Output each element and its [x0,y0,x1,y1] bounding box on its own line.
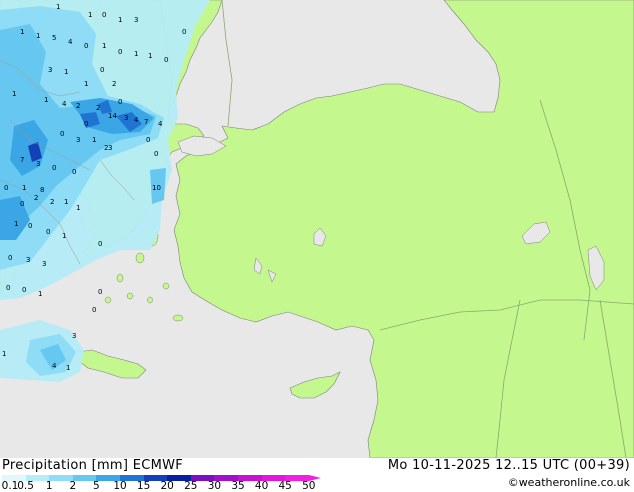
cell-value: 4 [52,362,57,370]
cell-value: 4 [158,120,163,128]
cell-value: 0 [60,130,64,138]
cell-value: 0 [118,98,122,106]
cell-value: 1 [12,90,16,98]
cell-value: 1 [88,11,92,19]
cell-value: 1 [134,50,138,58]
cell-value: 14 [108,112,117,120]
cell-value: 1 [56,3,60,11]
cell-value: 3 [42,260,46,268]
color-scale-ticks: 0.1 0.5 1 2 5 10 15 20 25 30 35 40 45 50 [0,480,340,492]
map-canvas: 1 1 0 1 3 1 1 5 4 0 1 0 1 1 0 3 1 0 1 2 … [0,0,634,458]
cell-value: 3 [26,256,30,264]
cell-value: 1 [118,16,122,24]
cell-value: 0 [98,240,102,248]
cell-value: 7 [20,156,24,164]
cell-value: 1 [44,96,48,104]
cell-value: 0 [84,42,88,50]
cell-value: 1 [36,32,40,40]
cell-value: 2 [50,198,54,206]
cell-value: 1 [102,42,106,50]
cell-value: 0 [146,136,150,144]
color-scale-tick: 30 [207,480,222,492]
cell-value: 3 [72,332,76,340]
cell-value: 3 [36,160,40,168]
precipitation-map: 1 1 0 1 3 1 1 5 4 0 1 0 1 1 0 3 1 0 1 2 … [0,0,634,458]
color-scale-tick: 0.5 [17,480,34,492]
cell-value: 0 [72,168,76,176]
cell-value: 2 [34,194,38,202]
cell-value: 3 [76,136,80,144]
cell-value: 0 [52,164,56,172]
cell-value: 0 [20,200,24,208]
cell-value: 0 [4,184,8,192]
cell-value: 1 [22,184,26,192]
cell-value: 0 [84,120,88,128]
cell-value: 0 [182,28,186,36]
cell-value: 0 [22,286,26,294]
color-scale-tick: 5 [93,480,100,492]
forecast-datetime: Mo 10-11-2025 12..15 UTC (00+39) [387,458,630,473]
cell-value: 1 [38,290,42,298]
cell-value: 4 [68,38,73,46]
cell-value: 0 [98,288,102,296]
cell-value: 3 [134,16,138,24]
color-scale-tick: 45 [278,480,292,492]
cell-value: 4 [62,100,67,108]
cell-value: 1 [62,232,66,240]
cell-value: 1 [2,350,6,358]
cell-value: 1 [148,52,152,60]
cell-value: 2 [96,104,100,112]
color-scale-tick: 40 [254,480,269,492]
color-scale-tick: 25 [184,480,198,492]
cell-value: 1 [14,220,18,228]
cell-value: 10 [152,184,161,192]
color-scale-tick: 50 [302,480,316,492]
color-scale-tick: 10 [113,480,127,492]
cell-value: 1 [20,28,24,36]
color-scale-tick: 20 [160,480,174,492]
cell-value: 0 [28,222,32,230]
cell-value: 0 [164,56,168,64]
legend-bar: Precipitation [mm] ECMWF Mo 10-11-2025 1… [0,458,634,492]
cell-value: 1 [92,136,96,144]
cell-value: 0 [92,306,96,314]
cell-value: 0 [102,11,106,19]
color-scale-tick: 35 [231,480,245,492]
cell-value: 4 [134,116,139,124]
cell-value: 2 [112,80,116,88]
cell-value: 3 [48,66,52,74]
cell-value: 1 [84,80,88,88]
cell-value: 1 [76,204,80,212]
credit-link[interactable]: ©weatheronline.co.uk [508,476,630,489]
color-scale-tick: 15 [136,480,151,492]
cell-value: 0 [8,254,12,262]
cell-value: 3 [108,144,112,152]
cell-value: 0 [6,284,10,292]
color-scale-tick: 2 [69,480,77,492]
cell-value: 1 [64,68,68,76]
cell-value: 7 [144,118,148,126]
color-scale-tick: 1 [45,480,53,492]
cell-value: 0 [118,48,122,56]
cell-value: 1 [64,198,68,206]
cell-value: 5 [52,34,56,42]
cell-value: 8 [40,186,44,194]
cell-value: 3 [124,114,128,122]
cell-value: 0 [100,66,104,74]
cell-value: 2 [76,102,80,110]
cell-value: 0 [46,228,50,236]
cell-value: 1 [66,364,70,372]
color-scale-tick: 0.1 [1,480,19,492]
legend-title: Precipitation [mm] ECMWF [2,458,184,473]
cell-value: 0 [154,150,158,158]
